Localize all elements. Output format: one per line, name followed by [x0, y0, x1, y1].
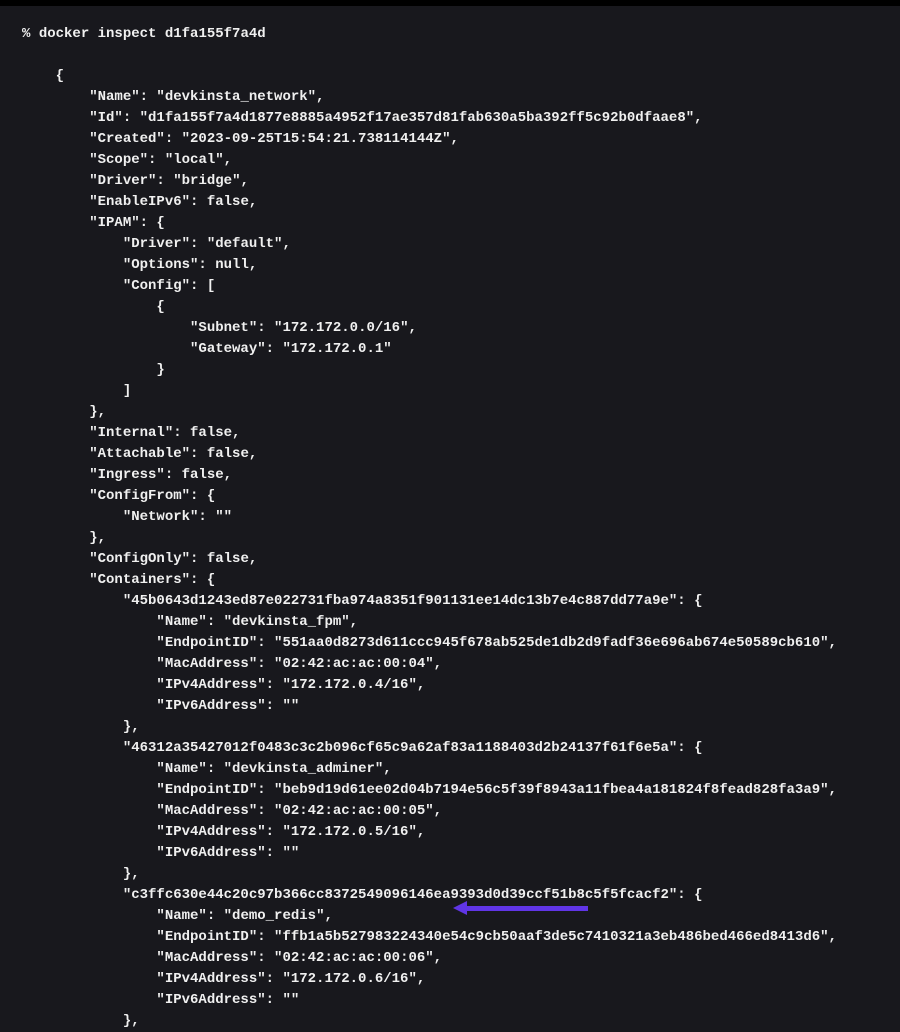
ipv4-highlighted: 172.172.0.6/16 [291, 971, 409, 987]
json-value: false [182, 467, 224, 483]
json-value: devkinsta_network [165, 89, 308, 105]
json-value: devkinsta_adminer [232, 761, 375, 777]
json-value: ffb1a5b527983224340e54c9cb50aaf3de5c7410… [282, 929, 820, 945]
json-value: d1fa155f7a4d1877e8885a4952f17ae357d81fab… [148, 110, 686, 126]
json-value: 172.172.0.0/16 [282, 320, 400, 336]
container-key: 46312a35427012f0483c3c2b096cf65c9a62af83… [131, 740, 669, 756]
terminal-output[interactable]: % docker inspect d1fa155f7a4d { "Name": … [0, 6, 900, 1032]
json-value: 551aa0d8273d611ccc945f678ab525de1db2d9fa… [282, 635, 820, 651]
highlight-arrow-icon [453, 902, 588, 914]
json-value: 172.172.0.1 [291, 341, 383, 357]
json-value: bridge [182, 173, 232, 189]
json-value: 02:42:ac:ac:00:06 [282, 950, 425, 966]
json-value: local [173, 152, 215, 168]
json-value: false [207, 446, 249, 462]
json-value: 2023-09-25T15:54:21.738114144Z [190, 131, 442, 147]
json-value: null [215, 257, 249, 273]
container-key: 45b0643d1243ed87e022731fba974a8351f90113… [131, 593, 669, 609]
prompt: % [22, 26, 39, 42]
json-value: false [190, 425, 232, 441]
json-value: devkinsta_fpm [232, 614, 341, 630]
json-value: 172.172.0.5/16 [291, 824, 409, 840]
json-value: beb9d19d61ee02d04b7194e56c5f39f8943a11fb… [282, 782, 820, 798]
json-value: 02:42:ac:ac:00:04 [282, 656, 425, 672]
json-value: false [207, 194, 249, 210]
json-value: 172.172.0.4/16 [291, 677, 409, 693]
json-value: 02:42:ac:ac:00:05 [282, 803, 425, 819]
command-text: docker inspect d1fa155f7a4d [39, 26, 266, 42]
container-key: c3ffc630e44c20c97b366cc8372549096146ea93… [131, 887, 669, 903]
json-value: demo_redis [232, 908, 316, 924]
json-value: default [215, 236, 274, 252]
json-value: false [207, 551, 249, 567]
